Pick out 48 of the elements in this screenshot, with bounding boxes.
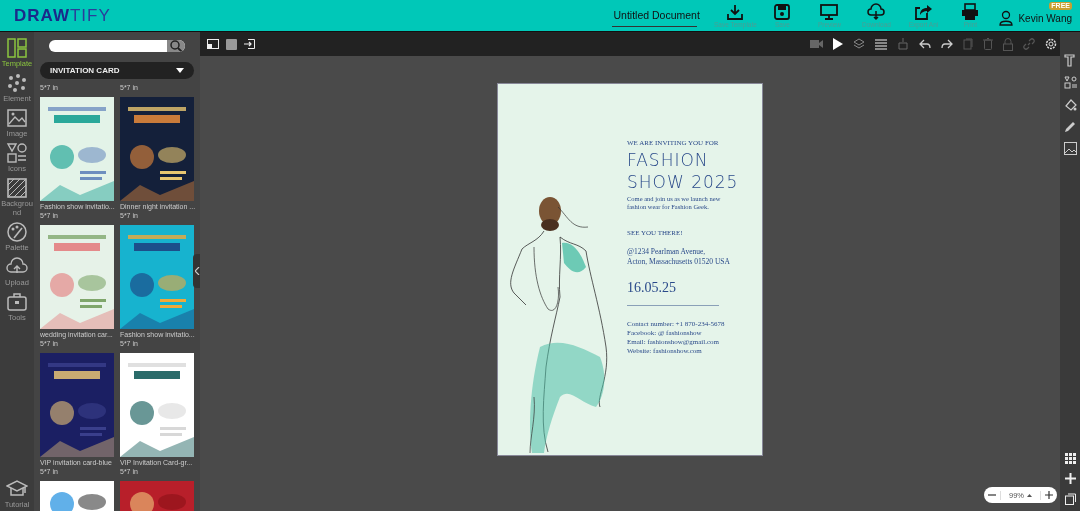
- element-icon: [6, 72, 28, 94]
- plus-icon: [1045, 491, 1053, 499]
- icons-icon: [6, 142, 28, 164]
- pages-icon[interactable]: [1064, 493, 1076, 505]
- pen-icon[interactable]: [1063, 120, 1077, 133]
- template-icon: [6, 37, 28, 59]
- collapse-handle[interactable]: [193, 254, 200, 288]
- invitation-title: FASHION: [627, 149, 710, 171]
- redo-icon[interactable]: [941, 39, 953, 49]
- event-date: 16.05.25: [627, 280, 677, 296]
- search-field[interactable]: [49, 40, 185, 53]
- document-title-field[interactable]: Untitled Document: [612, 4, 698, 27]
- category-dropdown[interactable]: INVITATION CARD: [40, 62, 194, 79]
- import-icon[interactable]: [244, 39, 255, 49]
- download-icon: [725, 3, 746, 21]
- shapes-icon[interactable]: [1063, 76, 1077, 89]
- settings-icon[interactable]: [1045, 38, 1057, 50]
- play-icon[interactable]: [833, 38, 843, 50]
- plus-icon[interactable]: [1064, 473, 1076, 484]
- tools-icon: [6, 291, 28, 313]
- chevron-left-icon: [194, 267, 200, 275]
- grid-icon[interactable]: [1064, 453, 1076, 464]
- save-icon: [772, 3, 793, 21]
- invitation-card[interactable]: [497, 83, 763, 456]
- list-icon[interactable]: [875, 38, 887, 50]
- video-camera-icon[interactable]: [810, 39, 823, 49]
- monitor-icon: [819, 3, 840, 21]
- image-icon[interactable]: [1063, 142, 1077, 155]
- resize-icon[interactable]: [207, 39, 219, 49]
- user-icon: [999, 10, 1014, 26]
- image-icon: [6, 107, 28, 129]
- caret-up-icon: [1027, 493, 1032, 497]
- background-icon: [6, 177, 28, 199]
- palette-icon: [6, 221, 28, 243]
- fill-icon[interactable]: [1063, 98, 1077, 111]
- share-icon: [913, 3, 934, 21]
- text-icon[interactable]: [1063, 54, 1077, 67]
- caret-icon: [176, 68, 184, 74]
- logo[interactable]: DRAWTIFY: [14, 5, 111, 26]
- print-icon: [960, 3, 981, 21]
- layers-icon[interactable]: [853, 38, 865, 50]
- background-swatch-icon[interactable]: [226, 38, 237, 50]
- undo-icon[interactable]: [919, 39, 931, 49]
- cloud-download-icon: [866, 3, 887, 21]
- minus-icon: [988, 491, 996, 499]
- invitation-title: SHOW 2025: [627, 171, 739, 193]
- search-icon: [167, 40, 185, 53]
- user-menu[interactable]: Kevin Wang: [999, 10, 1072, 26]
